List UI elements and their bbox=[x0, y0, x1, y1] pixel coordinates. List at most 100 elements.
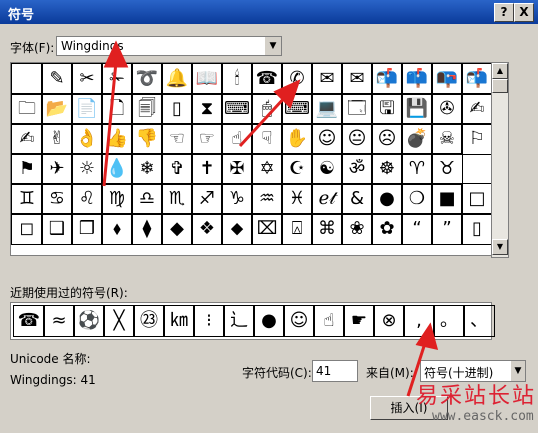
symbol-cell[interactable]: ⍓ bbox=[281, 213, 313, 245]
symbol-cell[interactable]: ▯ bbox=[161, 93, 193, 125]
symbol-cell[interactable]: ☎ bbox=[251, 63, 283, 95]
symbol-cell[interactable]: ☟ bbox=[251, 123, 283, 155]
symbol-cell[interactable]: ♎ bbox=[131, 183, 163, 215]
help-button[interactable]: ? bbox=[494, 3, 514, 22]
symbol-cell[interactable]: ⌧ bbox=[251, 213, 283, 245]
symbol-cell[interactable]: ✂ bbox=[71, 63, 103, 95]
symbol-cell[interactable]: ⌨ bbox=[221, 93, 253, 125]
symbol-cell[interactable]: ♍ bbox=[101, 183, 133, 215]
recent-symbol-cell[interactable]: , bbox=[403, 305, 435, 337]
symbol-cell[interactable]: ✇ bbox=[431, 93, 463, 125]
symbol-cell[interactable]: 🗔 bbox=[341, 93, 373, 125]
recent-symbol-cell[interactable]: ⁝ bbox=[193, 305, 225, 337]
font-combobox[interactable]: Wingdings ▼ bbox=[56, 36, 282, 56]
symbol-cell[interactable]: ℯ𝓉 bbox=[311, 183, 343, 215]
symbol-cell[interactable]: ☹ bbox=[371, 123, 403, 155]
symbol-cell[interactable]: ⧗ bbox=[191, 93, 223, 125]
symbol-cell[interactable]: ⌨ bbox=[281, 93, 313, 125]
symbol-cell[interactable]: 🖱 bbox=[251, 93, 283, 125]
symbol-cell[interactable]: □ bbox=[461, 183, 493, 215]
scroll-up-icon[interactable]: ▲ bbox=[492, 63, 508, 79]
symbol-cell[interactable] bbox=[11, 63, 43, 95]
recent-symbol-cell[interactable]: ● bbox=[253, 305, 285, 337]
symbol-cell[interactable]: ✈ bbox=[41, 153, 73, 185]
symbol-cell[interactable]: ☯ bbox=[311, 153, 343, 185]
symbol-cell[interactable]: ⧫ bbox=[131, 213, 163, 245]
symbol-cell[interactable]: ✁ bbox=[101, 63, 133, 95]
symbol-cell[interactable]: ♊ bbox=[11, 183, 43, 215]
symbol-cell[interactable]: ♉ bbox=[431, 153, 463, 185]
symbol-cell[interactable]: ◻ bbox=[11, 213, 43, 245]
symbol-cell[interactable]: 👍 bbox=[101, 123, 133, 155]
symbol-cell[interactable]: ❄ bbox=[131, 153, 163, 185]
recent-symbol-cell[interactable]: ☝ bbox=[313, 305, 345, 337]
symbol-cell[interactable]: ⌘ bbox=[311, 213, 343, 245]
symbol-cell[interactable]: ☪ bbox=[281, 153, 313, 185]
symbol-cell[interactable]: 💣 bbox=[401, 123, 433, 155]
recent-symbol-cell[interactable]: 辶 bbox=[223, 305, 255, 337]
symbol-cell[interactable]: 😐 bbox=[341, 123, 373, 155]
symbol-cell[interactable]: 👌 bbox=[71, 123, 103, 155]
symbol-cell[interactable]: ▯ bbox=[461, 213, 493, 245]
scroll-thumb[interactable] bbox=[492, 79, 508, 93]
symbol-cell[interactable]: ☞ bbox=[191, 123, 223, 155]
recent-symbol-cell[interactable]: 。 bbox=[433, 305, 465, 337]
symbol-cell[interactable]: 🗋 bbox=[101, 93, 133, 125]
symbol-cell[interactable]: “ bbox=[401, 213, 433, 245]
symbol-cell[interactable]: 🔔 bbox=[161, 63, 193, 95]
symbol-cell[interactable]: ॐ bbox=[341, 153, 373, 185]
symbol-cell[interactable]: ☠ bbox=[431, 123, 463, 155]
symbol-cell[interactable]: 🖫 bbox=[371, 93, 403, 125]
recent-symbol-cell[interactable]: ☎ bbox=[13, 305, 45, 337]
symbol-cell[interactable]: ✋ bbox=[281, 123, 313, 155]
symbol-cell[interactable]: ☸ bbox=[371, 153, 403, 185]
symbol-cell[interactable]: ✉ bbox=[311, 63, 343, 95]
symbol-cell[interactable]: ❒ bbox=[71, 213, 103, 245]
symbol-cell[interactable]: ⚐ bbox=[461, 123, 493, 155]
symbol-cell[interactable]: 📫 bbox=[401, 63, 433, 95]
symbol-cell[interactable]: 📬 bbox=[461, 63, 493, 95]
vertical-scrollbar[interactable]: ▲ ▼ bbox=[491, 62, 509, 258]
recent-symbol-cell[interactable]: ╳ bbox=[103, 305, 135, 337]
symbol-cell[interactable]: 🕯 bbox=[221, 63, 253, 95]
symbol-cell[interactable]: 📂 bbox=[41, 93, 73, 125]
symbol-cell[interactable]: ♐ bbox=[191, 183, 223, 215]
symbol-cell[interactable]: ✿ bbox=[371, 213, 403, 245]
recent-symbol-cell[interactable]: ≈ bbox=[43, 305, 75, 337]
symbol-cell[interactable]: ✎ bbox=[41, 63, 73, 95]
symbol-cell[interactable]: ✡ bbox=[251, 153, 283, 185]
symbol-cell[interactable]: ✌ bbox=[41, 123, 73, 155]
symbol-cell[interactable]: ✉ bbox=[341, 63, 373, 95]
symbol-cell[interactable]: 💻 bbox=[311, 93, 343, 125]
symbol-cell[interactable]: ” bbox=[431, 213, 463, 245]
recent-symbol-cell[interactable]: ⊗ bbox=[373, 305, 405, 337]
symbol-cell[interactable]: ● bbox=[371, 183, 403, 215]
symbol-cell[interactable]: ✞ bbox=[161, 153, 193, 185]
symbol-cell[interactable]: ❍ bbox=[401, 183, 433, 215]
symbol-cell[interactable]: ♏ bbox=[161, 183, 193, 215]
symbol-cell[interactable]: ♈ bbox=[401, 153, 433, 185]
symbol-cell[interactable]: ☝ bbox=[221, 123, 253, 155]
symbol-cell[interactable]: 🗐 bbox=[131, 93, 163, 125]
symbol-cell[interactable]: 📬 bbox=[371, 63, 403, 95]
symbol-cell[interactable]: 💾 bbox=[401, 93, 433, 125]
char-code-input[interactable]: 41 bbox=[312, 360, 358, 382]
symbol-cell[interactable]: ❀ bbox=[341, 213, 373, 245]
symbol-cell[interactable]: ☺ bbox=[311, 123, 343, 155]
symbol-cell[interactable]: ⬧ bbox=[101, 213, 133, 245]
symbol-cell[interactable]: ♋ bbox=[41, 183, 73, 215]
symbol-cell[interactable]: ✝ bbox=[191, 153, 223, 185]
symbol-cell[interactable]: ⚑ bbox=[11, 153, 43, 185]
symbol-cell[interactable]: 🗀 bbox=[11, 93, 43, 125]
symbol-cell[interactable]: ■ bbox=[431, 183, 463, 215]
symbol-cell[interactable]: ❖ bbox=[191, 213, 223, 245]
symbol-cell[interactable]: 📖 bbox=[191, 63, 223, 95]
symbol-cell[interactable]: ♑ bbox=[221, 183, 253, 215]
symbol-cell[interactable]: ☜ bbox=[161, 123, 193, 155]
symbol-cell[interactable]: ◆ bbox=[161, 213, 193, 245]
recent-symbol-cell[interactable]: ⚽ bbox=[73, 305, 105, 337]
symbol-cell[interactable]: ⬥ bbox=[221, 213, 253, 245]
symbol-cell[interactable]: ✠ bbox=[221, 153, 253, 185]
symbol-cell[interactable]: ✍ bbox=[11, 123, 43, 155]
scroll-down-icon[interactable]: ▼ bbox=[492, 239, 508, 255]
